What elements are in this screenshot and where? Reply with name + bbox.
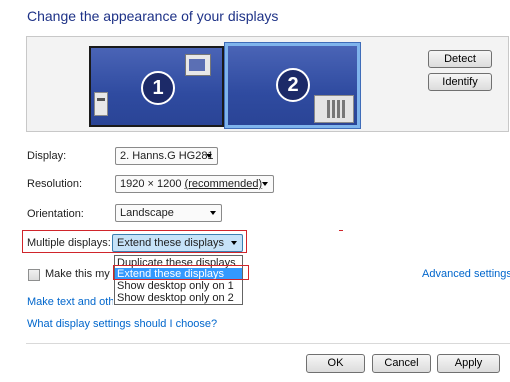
option-only-2[interactable]: Show desktop only on 2 xyxy=(115,292,242,304)
monitor-number-2: 2 xyxy=(276,68,310,102)
window-icon xyxy=(185,54,211,76)
text-size-link[interactable]: Make text and other items larger or smal… xyxy=(27,296,113,308)
resolution-value: 1920 × 1200 xyxy=(120,178,182,190)
ok-button[interactable]: OK xyxy=(306,354,365,373)
page-title: Change the appearance of your displays xyxy=(27,8,279,24)
main-display-checkbox-label: Make this my ma xyxy=(45,268,113,280)
chevron-down-icon xyxy=(262,182,268,186)
annotation-mark xyxy=(339,230,343,231)
chevron-down-icon xyxy=(206,154,212,158)
orientation-label: Orientation: xyxy=(27,208,84,220)
display-select-value: 2. Hanns.G HG281 xyxy=(120,150,214,162)
display-label: Display: xyxy=(27,150,67,162)
cancel-button[interactable]: Cancel xyxy=(372,354,431,373)
identify-button[interactable]: Identify xyxy=(428,73,492,91)
detect-button[interactable]: Detect xyxy=(428,50,492,68)
resolution-label: Resolution: xyxy=(27,178,83,190)
option-only-1[interactable]: Show desktop only on 1 xyxy=(115,280,242,292)
annotation-highlight-box xyxy=(22,230,247,253)
divider xyxy=(26,343,510,344)
orientation-value: Landscape xyxy=(120,207,174,219)
monitor-number-1: 1 xyxy=(141,71,175,105)
window-icon xyxy=(94,92,108,116)
apply-button[interactable]: Apply xyxy=(437,354,500,373)
taskbar-grid-icon xyxy=(314,95,354,123)
recommended-text: (recommended) xyxy=(184,178,263,190)
what-display-settings-link[interactable]: What display settings should I choose? xyxy=(27,318,217,330)
resolution-select[interactable]: 1920 × 1200 (recommended) xyxy=(115,175,274,193)
display-select[interactable]: 2. Hanns.G HG281 xyxy=(115,147,218,165)
monitor-2[interactable]: 2 xyxy=(224,42,361,129)
orientation-select[interactable]: Landscape xyxy=(115,204,222,222)
advanced-settings-link[interactable]: Advanced settings xyxy=(422,268,510,280)
main-display-checkbox[interactable] xyxy=(28,269,40,281)
monitor-1[interactable]: 1 xyxy=(89,46,224,127)
chevron-down-icon xyxy=(210,211,216,215)
multiple-displays-dropdown: Duplicate these displays Extend these di… xyxy=(114,255,243,305)
annotation-option-box xyxy=(113,265,249,280)
